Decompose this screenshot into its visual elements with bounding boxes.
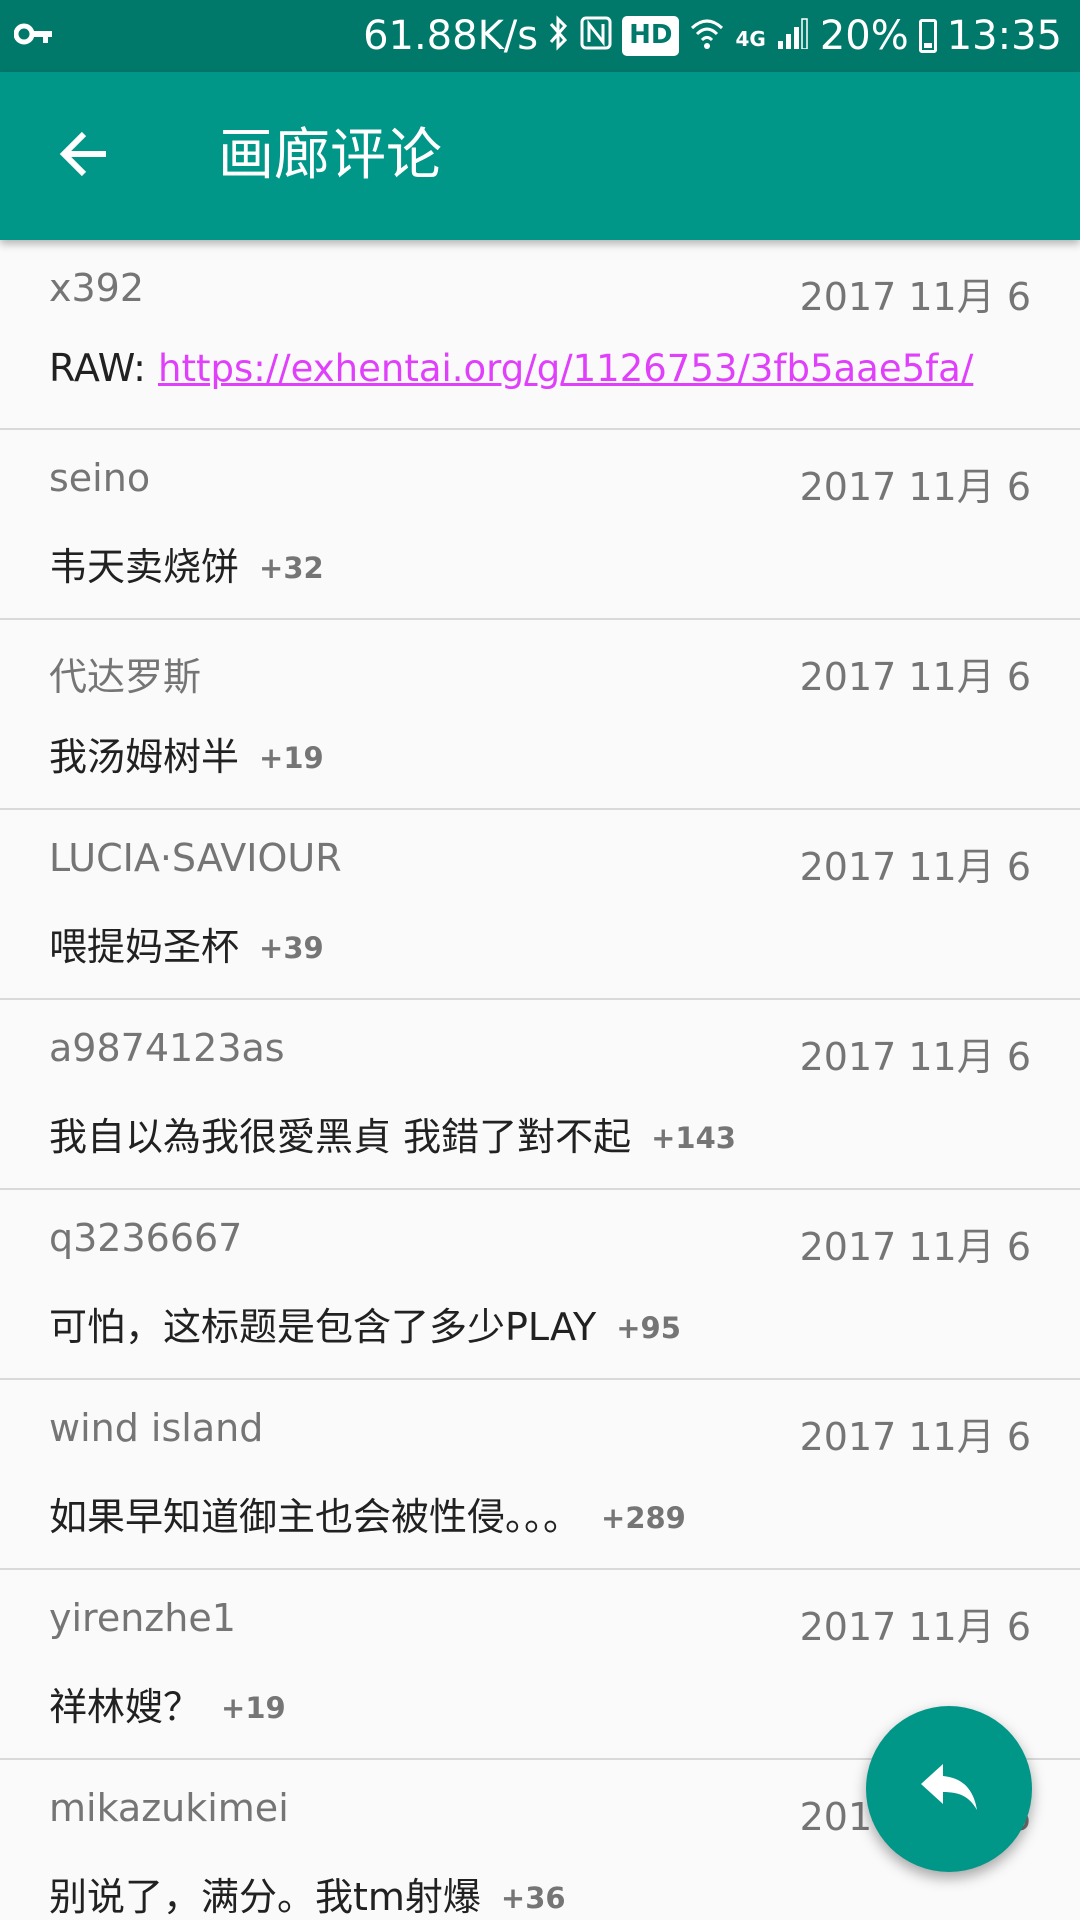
wifi-icon	[689, 16, 725, 57]
comment-link[interactable]: https://exhentai.org/g/1126753/3fb5aae5f…	[158, 347, 973, 390]
reply-icon	[919, 1762, 979, 1816]
battery-percent: 20%	[819, 13, 909, 59]
comment-score: +39	[259, 931, 324, 965]
comment-item[interactable]: seino 2017 11月 6 韦天卖烧饼 +32	[0, 430, 1080, 620]
comment-score: +19	[259, 741, 324, 775]
comment-body: 韦天卖烧饼 +32	[49, 536, 324, 591]
comment-date: 2017 11月 6	[799, 465, 1031, 509]
screen: 61.88K/s HD 4G 20% 13:35 画廊评论 x392 2017 …	[0, 0, 1080, 1920]
comment-item[interactable]: q3236667 2017 11月 6 可怕，这标题是包含了多少PLAY +95	[0, 1190, 1080, 1380]
comment-body: 我自以為我很愛黑貞 我錯了對不起 +143	[49, 1106, 736, 1161]
comment-username: a9874123as	[49, 1026, 285, 1070]
comment-username: 代达罗斯	[49, 655, 202, 699]
back-button[interactable]	[36, 108, 132, 204]
status-left	[13, 22, 54, 50]
comment-username: x392	[49, 266, 145, 310]
comment-body: RAW: https://exhentai.org/g/1126753/3fb5…	[49, 346, 973, 390]
network-type: 4G	[735, 26, 766, 51]
comment-list: x392 2017 11月 6 RAW: https://exhentai.or…	[0, 240, 1080, 1920]
comment-date: 2017 11月 6	[799, 845, 1031, 889]
comment-date: 2017 11月 6	[799, 1225, 1031, 1269]
comment-body: 可怕，这标题是包含了多少PLAY +95	[49, 1296, 681, 1351]
comment-body: 如果早知道御主也会被性侵。。。 +289	[49, 1486, 686, 1541]
status-right: 61.88K/s HD 4G 20% 13:35	[363, 13, 1062, 59]
comment-text: 如果早知道御主也会被性侵。。。	[49, 1495, 582, 1539]
battery-icon	[918, 19, 937, 53]
comment-score: +143	[651, 1121, 736, 1155]
comment-score: +95	[616, 1311, 681, 1345]
toolbar: 画廊评论	[0, 72, 1080, 240]
comment-score: +36	[500, 1881, 566, 1915]
reply-fab-button[interactable]	[866, 1706, 1032, 1872]
key-icon	[13, 22, 54, 50]
comment-date: 2017 11月 6	[799, 1605, 1031, 1649]
arrow-back-icon	[58, 128, 110, 184]
comment-item[interactable]: LUCIA·SAVIOUR 2017 11月 6 喂提妈圣杯 +39	[0, 810, 1080, 1000]
comment-username: LUCIA·SAVIOUR	[49, 836, 342, 880]
comment-score: +32	[259, 551, 324, 585]
signal-icon	[776, 16, 810, 56]
comment-date: 2017 11月 6	[799, 1415, 1031, 1459]
comment-text: 可怕，这标题是包含了多少PLAY	[49, 1305, 597, 1349]
status-bar: 61.88K/s HD 4G 20% 13:35	[0, 0, 1080, 72]
comment-username: q3236667	[49, 1216, 243, 1260]
comment-item[interactable]: x392 2017 11月 6 RAW: https://exhentai.or…	[0, 240, 1080, 430]
comment-username: seino	[49, 456, 151, 500]
comment-username: mikazukimei	[49, 1786, 289, 1830]
nfc-icon	[580, 16, 612, 57]
page-title: 画廊评论	[218, 123, 442, 188]
comment-date: 2017 11月 6	[799, 655, 1031, 699]
comment-body: 别说了，满分。我tm射爆 +36	[49, 1866, 566, 1920]
comment-link-prefix: RAW:	[49, 346, 159, 390]
comment-body: 喂提妈圣杯 +39	[49, 916, 324, 971]
bluetooth-icon	[548, 14, 570, 58]
comment-text: 我汤姆树半	[49, 735, 240, 779]
comment-username: yirenzhe1	[49, 1596, 236, 1640]
comment-text: 韦天卖烧饼	[49, 545, 240, 589]
comment-body: 祥林嫂？ +19	[49, 1676, 286, 1731]
comment-text: 别说了，满分。我tm射爆	[49, 1875, 481, 1919]
comment-text: 喂提妈圣杯	[49, 925, 240, 969]
comment-body: 我汤姆树半 +19	[49, 726, 324, 781]
comment-score: +289	[601, 1501, 686, 1535]
clock: 13:35	[946, 13, 1062, 59]
comment-score: +19	[221, 1691, 286, 1725]
comment-item[interactable]: a9874123as 2017 11月 6 我自以為我很愛黑貞 我錯了對不起 +1…	[0, 1000, 1080, 1190]
comment-text: 祥林嫂？	[49, 1685, 202, 1729]
comment-item[interactable]: 代达罗斯 2017 11月 6 我汤姆树半 +19	[0, 620, 1080, 810]
hd-badge: HD	[622, 16, 680, 56]
comment-text: 我自以為我很愛黑貞 我錯了對不起	[49, 1115, 632, 1159]
comment-date: 2017 11月 6	[799, 1035, 1031, 1079]
comment-item[interactable]: wind island 2017 11月 6 如果早知道御主也会被性侵。。。 +2…	[0, 1380, 1080, 1570]
comment-username: wind island	[49, 1406, 264, 1450]
net-speed: 61.88K/s	[363, 13, 539, 59]
comment-date: 2017 11月 6	[799, 275, 1031, 319]
